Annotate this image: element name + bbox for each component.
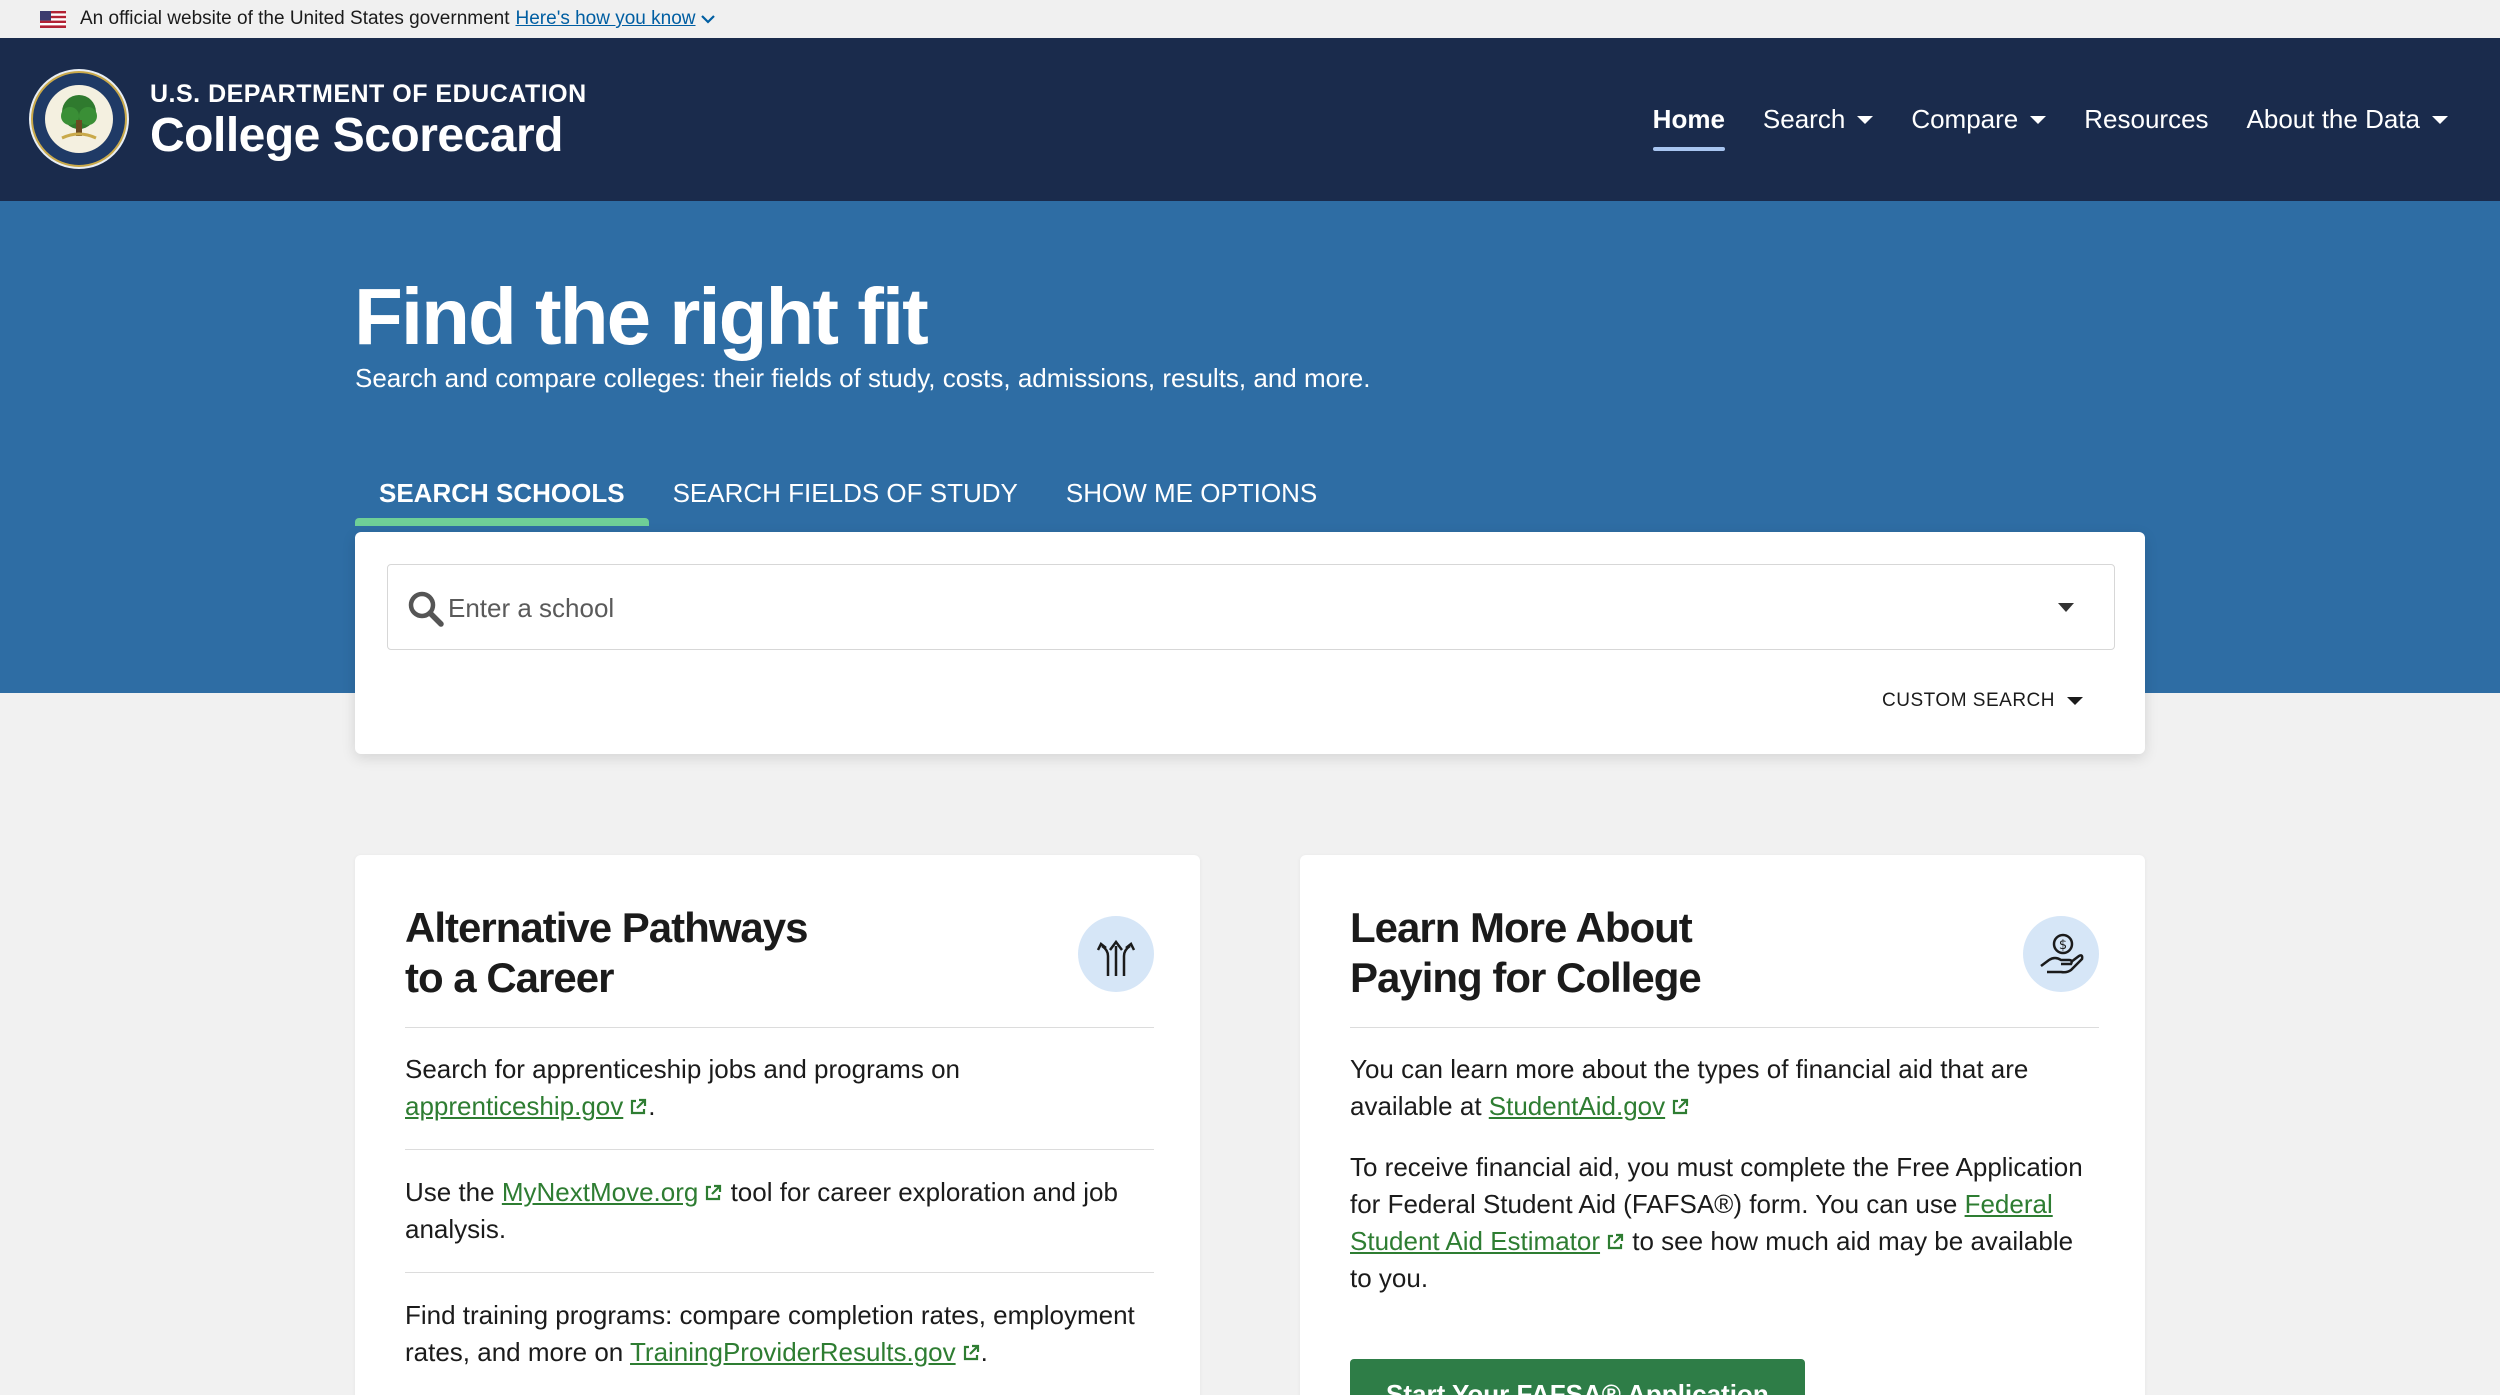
department-name: U.S. DEPARTMENT OF EDUCATION (150, 80, 587, 108)
mynextmove-start: Use the (405, 1177, 495, 1207)
mynextmove-link[interactable]: MyNextMove.org (502, 1177, 699, 1207)
external-link-icon (1673, 1098, 1689, 1115)
nav-about-data-label: About the Data (2246, 104, 2420, 134)
hero-subtitle: Search and compare colleges: their field… (355, 363, 1371, 393)
site-header: U.S. DEPARTMENT OF EDUCATION College Sco… (0, 38, 2500, 201)
card-divider (405, 1027, 1154, 1028)
caret-down-icon (2030, 115, 2047, 124)
card-divider (1350, 1027, 2099, 1028)
tab-search-schools[interactable]: SEARCH SCHOOLS (355, 466, 649, 526)
how-you-know-link[interactable]: Here's how you know (516, 8, 696, 30)
studentaid-paragraph: You can learn more about the types of fi… (1350, 1051, 2099, 1149)
card-title: Alternative Pathways to a Career (405, 903, 1005, 1003)
hero-title: Find the right fit (354, 272, 929, 361)
custom-search-label: CUSTOM SEARCH (1882, 690, 2055, 711)
card-title-line1: Alternative Pathways (405, 904, 809, 951)
card-title-line1: Learn More About (1350, 904, 1693, 951)
card-title-line2: to a Career (405, 954, 614, 1001)
nav-search[interactable]: Search (1762, 104, 1874, 135)
nav-home[interactable]: Home (1652, 104, 1726, 151)
studentaid-link[interactable]: StudentAid.gov (1489, 1091, 1665, 1121)
tab-show-me-options[interactable]: SHOW ME OPTIONS (1042, 466, 1341, 523)
external-link-icon (963, 1344, 979, 1361)
tab-search-fields-of-study[interactable]: SEARCH FIELDS OF STUDY (649, 466, 1042, 523)
department-seal-logo[interactable] (28, 68, 130, 170)
dropdown-caret-icon[interactable] (2058, 603, 2074, 612)
paying-for-college-card: Learn More About Paying for College $ Yo… (1300, 855, 2145, 1395)
nav-resources[interactable]: Resources (2084, 104, 2208, 135)
career-paths-icon (1078, 916, 1154, 992)
gov-banner-text: An official website of the United States… (80, 8, 510, 29)
external-link-icon (631, 1098, 647, 1115)
us-flag-icon (40, 10, 66, 28)
custom-search-toggle[interactable]: CUSTOM SEARCH (1882, 690, 2083, 712)
school-search-input[interactable] (448, 585, 2008, 631)
card-title: Learn More About Paying for College (1350, 903, 1950, 1003)
card-title-line2: Paying for College (1350, 954, 1702, 1001)
apprenticeship-end: . (648, 1091, 656, 1121)
svg-text:$: $ (2059, 938, 2067, 953)
start-fafsa-button[interactable]: Start Your FAFSA® Application (1350, 1359, 1805, 1395)
external-link-icon (1607, 1233, 1624, 1250)
chevron-down-icon[interactable] (700, 13, 716, 25)
nav-resources-label: Resources (2084, 104, 2209, 134)
card-body: Search for apprenticeship jobs and progr… (405, 1051, 1154, 1395)
nav-home-label: Home (1652, 104, 1725, 134)
search-icon (408, 591, 444, 627)
nav-compare[interactable]: Compare (1911, 104, 2047, 135)
training-provider-link[interactable]: TrainingProviderResults.gov (630, 1337, 956, 1367)
search-tabs: SEARCH SCHOOLS SEARCH FIELDS OF STUDY SH… (355, 466, 1341, 526)
caret-down-icon (1857, 115, 1874, 124)
nav-compare-label: Compare (1911, 104, 2019, 134)
alternative-pathways-card: Alternative Pathways to a Career Search … (355, 855, 1200, 1395)
nav-about-data[interactable]: About the Data (2247, 104, 2448, 135)
external-link-icon (706, 1184, 722, 1201)
apprenticeship-paragraph: Search for apprenticeship jobs and progr… (405, 1051, 1154, 1150)
training-end: . (980, 1337, 988, 1367)
apprenticeship-link[interactable]: apprenticeship.gov (405, 1091, 623, 1121)
caret-down-icon (2432, 115, 2448, 124)
mynextmove-paragraph: Use the MyNextMove.org tool for career e… (405, 1174, 1154, 1273)
school-search-box[interactable] (387, 564, 2115, 650)
card-body: You can learn more about the types of fi… (1350, 1051, 2099, 1395)
nav-search-label: Search (1762, 104, 1846, 134)
caret-down-icon (2067, 697, 2083, 705)
main-nav: Home Search Compare Resources About the … (1652, 38, 2448, 201)
fafsa-paragraph: To receive financial aid, you must compl… (1350, 1149, 2099, 1321)
apprenticeship-text: Search for apprenticeship jobs and progr… (405, 1054, 960, 1084)
search-card: CUSTOM SEARCH (355, 532, 2145, 754)
site-title[interactable]: College Scorecard (150, 108, 564, 163)
financial-aid-hand-icon: $ (2023, 916, 2099, 992)
training-paragraph: Find training programs: compare completi… (405, 1297, 1154, 1395)
gov-banner: An official website of the United States… (0, 0, 2500, 38)
